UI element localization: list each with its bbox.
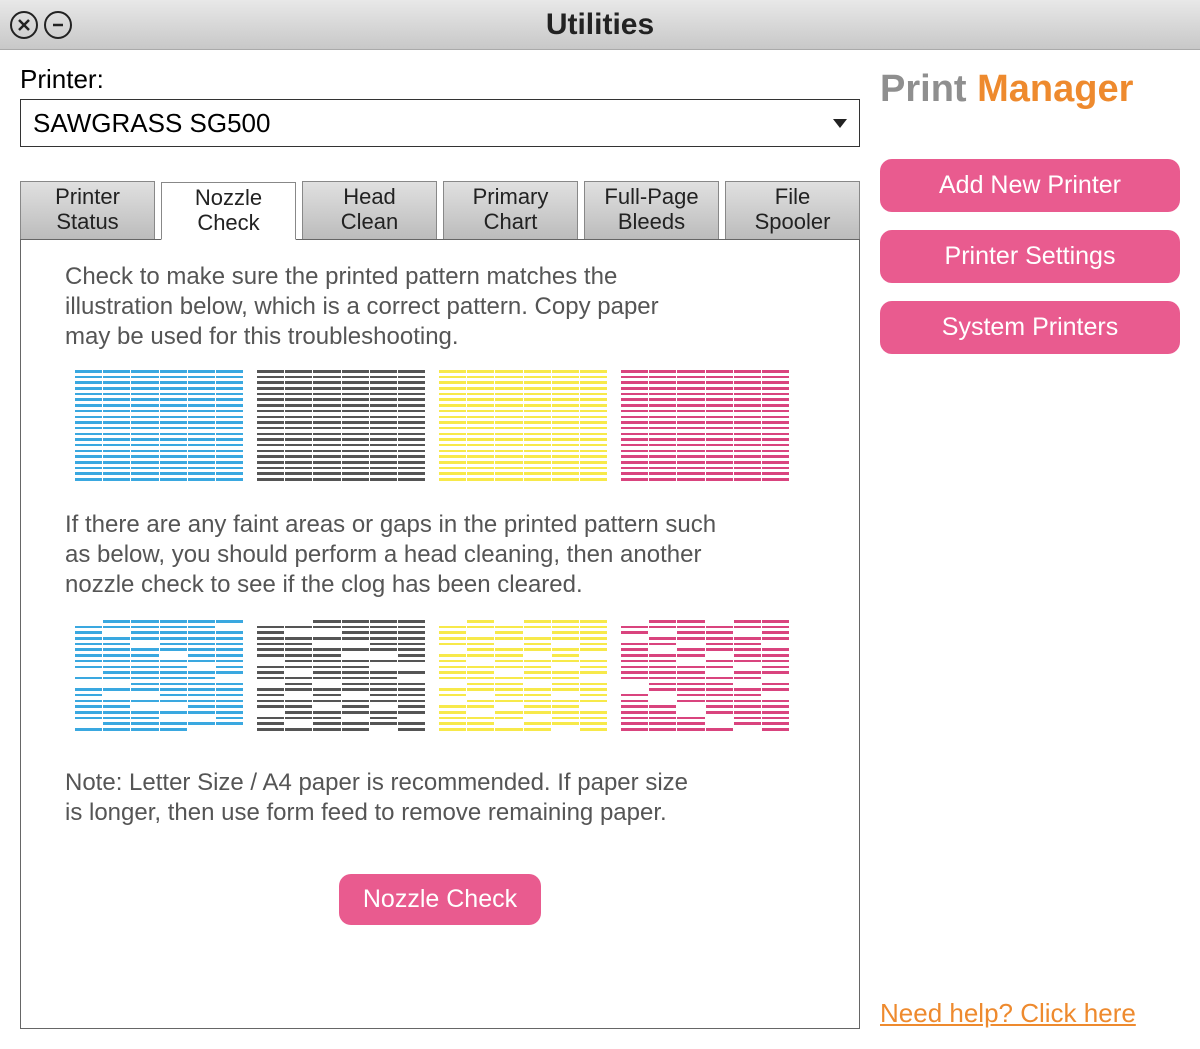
printer-label: Printer: [20, 64, 860, 95]
chevron-down-icon [833, 119, 847, 128]
printer-select[interactable]: SAWGRASS SG500 [20, 99, 860, 147]
add-new-printer-button[interactable]: Add New Printer [880, 159, 1180, 212]
tab-primary-chart[interactable]: Primary Chart [443, 181, 578, 239]
pattern-swatch-magenta-bad [621, 620, 789, 740]
system-printers-button[interactable]: System Printers [880, 301, 1180, 354]
window-title: Utilities [0, 8, 1200, 42]
minimize-icon [50, 17, 66, 33]
pattern-swatch-black-good [257, 370, 425, 490]
pattern-swatch-yellow-good [439, 370, 607, 490]
close-icon [16, 17, 32, 33]
tab-head-clean[interactable]: Head Clean [302, 181, 437, 239]
bad-pattern-row [75, 620, 815, 740]
note-text: Note: Letter Size / A4 paper is recommen… [65, 768, 705, 828]
nozzle-check-button[interactable]: Nozzle Check [339, 874, 541, 925]
tab-file-spooler[interactable]: File Spooler [725, 181, 860, 239]
pattern-swatch-cyan-bad [75, 620, 243, 740]
tab-printer-status[interactable]: Printer Status [20, 181, 155, 239]
titlebar: Utilities [0, 0, 1200, 50]
minimize-window-button[interactable] [44, 11, 72, 39]
instruction-text-2: If there are any faint areas or gaps in … [65, 510, 745, 600]
help-link[interactable]: Need help? Click here [880, 998, 1136, 1029]
good-pattern-row [75, 370, 815, 490]
instruction-text-1: Check to make sure the printed pattern m… [65, 262, 705, 352]
tab-bar: Printer Status Nozzle Check Head Clean P… [20, 181, 860, 239]
printer-selected-value: SAWGRASS SG500 [33, 108, 270, 139]
pattern-swatch-yellow-bad [439, 620, 607, 740]
tab-content-panel: Check to make sure the printed pattern m… [20, 239, 860, 1029]
tab-nozzle-check[interactable]: Nozzle Check [161, 182, 296, 240]
pattern-swatch-cyan-good [75, 370, 243, 490]
logo-word-2: Manager [977, 68, 1133, 110]
printer-settings-button[interactable]: Printer Settings [880, 230, 1180, 283]
pattern-swatch-black-bad [257, 620, 425, 740]
pattern-swatch-magenta-good [621, 370, 789, 490]
app-logo: Print Manager [880, 68, 1180, 111]
tab-full-page-bleeds[interactable]: Full-Page Bleeds [584, 181, 719, 239]
logo-word-1: Print [880, 68, 967, 110]
close-window-button[interactable] [10, 11, 38, 39]
